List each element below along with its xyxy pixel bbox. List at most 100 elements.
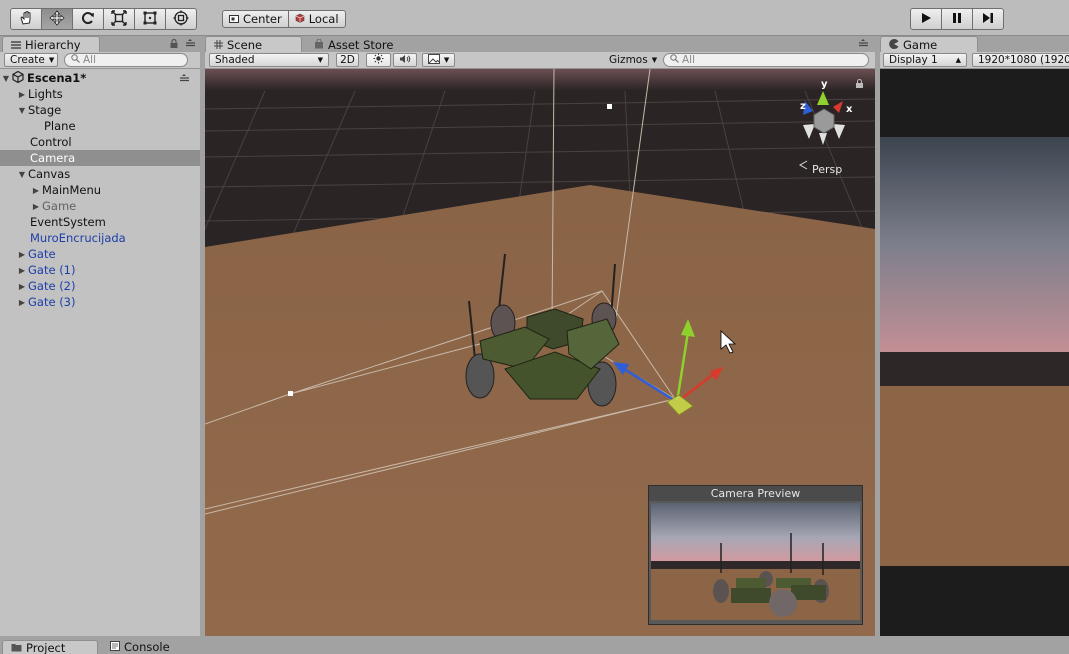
hand-icon xyxy=(18,10,34,29)
tab-scene[interactable]: Scene xyxy=(205,36,302,52)
audio-toggle[interactable] xyxy=(393,53,417,67)
collapsed-arrow-icon[interactable]: ▶ xyxy=(16,266,28,275)
tab-project-label: Project xyxy=(26,640,66,654)
expand-arrow-icon[interactable]: ▼ xyxy=(16,170,28,179)
tab-console[interactable]: Console xyxy=(102,640,192,654)
list-item[interactable]: ▶ Gate (1) xyxy=(0,262,200,278)
mode-2d-label: 2D xyxy=(340,54,355,66)
lock-icon[interactable] xyxy=(170,38,178,51)
transform-tool-button[interactable] xyxy=(165,8,197,30)
dropdown-arrow-icon: ▼ xyxy=(48,56,55,64)
play-button[interactable] xyxy=(910,8,942,30)
camera-preview-title: Camera Preview xyxy=(649,486,862,501)
list-item[interactable]: EventSystem xyxy=(0,214,200,230)
list-item-label: EventSystem xyxy=(30,215,106,229)
create-label: Create xyxy=(10,54,45,66)
mode-2d-toggle[interactable]: 2D xyxy=(336,53,359,67)
rotate-tool-button[interactable] xyxy=(72,8,104,30)
grid-icon xyxy=(214,38,223,52)
frustum-handle[interactable] xyxy=(607,104,612,109)
display-label: Display 1 xyxy=(889,54,938,66)
tab-project[interactable]: Project xyxy=(2,640,98,654)
frustum-handle[interactable] xyxy=(288,391,293,396)
tab-game[interactable]: Game xyxy=(880,36,978,52)
pivot-local-button[interactable]: Local xyxy=(287,10,346,28)
create-dropdown[interactable]: Create ▼ xyxy=(4,53,58,67)
camera-preview-panel: Camera Preview xyxy=(648,485,863,625)
pause-icon xyxy=(951,12,963,27)
collapsed-arrow-icon[interactable]: ▶ xyxy=(30,202,42,211)
collapsed-arrow-icon[interactable]: ▶ xyxy=(16,90,28,99)
unity-logo-icon xyxy=(12,70,24,86)
search-icon xyxy=(670,54,679,66)
expand-arrow-icon[interactable]: ▼ xyxy=(0,74,12,83)
speaker-icon xyxy=(399,54,411,67)
scene-toolbar: Shaded ▼ 2D ▼ Gizmos ▼ All xyxy=(205,52,875,69)
list-item[interactable]: ▶ Game xyxy=(0,198,200,214)
list-item-label: Control xyxy=(30,135,72,149)
list-item[interactable]: ▶ Gate (3) xyxy=(0,294,200,310)
tab-hierarchy[interactable]: Hierarchy xyxy=(2,36,100,52)
dropdown-arrow-icon: ▼ xyxy=(651,56,658,64)
pivot-icon xyxy=(229,12,239,26)
list-item-label: Gate (2) xyxy=(28,279,76,293)
expand-arrow-icon[interactable]: ▼ xyxy=(16,106,28,115)
sun-icon xyxy=(373,53,384,67)
lighting-toggle[interactable] xyxy=(366,53,391,67)
rect-icon xyxy=(142,10,158,29)
pivot-center-button[interactable]: Center xyxy=(222,10,289,28)
resolution-dropdown[interactable]: 1920*1080 (1920 xyxy=(972,53,1069,67)
tab-asset-store[interactable]: Asset Store xyxy=(305,36,405,52)
shading-mode-dropdown[interactable]: Shaded ▼ xyxy=(209,53,329,67)
list-item[interactable]: ▼ Stage xyxy=(0,102,200,118)
game-viewport[interactable] xyxy=(880,69,1069,636)
scene-search-input[interactable]: All xyxy=(663,53,869,67)
transform-tools xyxy=(10,8,197,30)
tab-hierarchy-label: Hierarchy xyxy=(25,38,81,52)
list-item[interactable]: Camera xyxy=(0,150,200,166)
collapsed-arrow-icon[interactable]: ▶ xyxy=(16,298,28,307)
image-icon xyxy=(427,53,440,67)
list-item[interactable]: MuroEncrucijada xyxy=(0,230,200,246)
hierarchy-search-input[interactable]: All xyxy=(64,53,188,67)
step-button[interactable] xyxy=(972,8,1004,30)
list-item[interactable]: ▶ MainMenu xyxy=(0,182,200,198)
display-dropdown[interactable]: Display 1 ▲ xyxy=(883,53,967,67)
scene-menu-icon[interactable] xyxy=(859,39,868,50)
local-cube-icon xyxy=(295,12,305,26)
move-tool-button[interactable] xyxy=(41,8,73,30)
gizmos-dropdown[interactable]: Gizmos ▼ xyxy=(603,53,658,67)
step-icon xyxy=(982,12,994,27)
collapsed-arrow-icon[interactable]: ▶ xyxy=(16,282,28,291)
play-controls xyxy=(910,8,1004,30)
list-item[interactable]: ▼ Canvas xyxy=(0,166,200,182)
list-item-label: Gate (1) xyxy=(28,263,76,277)
pivot-local-label: Local xyxy=(308,12,339,26)
list-item[interactable]: ▶ Lights xyxy=(0,86,200,102)
list-item[interactable]: Plane xyxy=(0,118,200,134)
list-item[interactable]: ▶ Gate xyxy=(0,246,200,262)
effects-dropdown[interactable]: ▼ xyxy=(422,53,455,67)
pause-button[interactable] xyxy=(941,8,973,30)
rotate-icon xyxy=(80,10,96,29)
hierarchy-tree: ▼ Escena1* ▶ Lights ▼ Stage Plane Contro… xyxy=(0,69,200,636)
console-icon xyxy=(110,640,120,654)
dropdown-arrow-icon: ▼ xyxy=(317,56,323,64)
bag-icon xyxy=(314,38,324,52)
hierarchy-menu-icon[interactable] xyxy=(186,39,195,50)
scene-root-row[interactable]: ▼ Escena1* xyxy=(0,70,200,86)
rect-tool-button[interactable] xyxy=(134,8,166,30)
scene-menu-icon[interactable] xyxy=(180,71,189,85)
dropdown-arrow-icon: ▼ xyxy=(443,56,450,64)
camera-preview-render xyxy=(651,503,860,620)
move-icon xyxy=(49,9,65,29)
hand-tool-button[interactable] xyxy=(10,8,42,30)
search-icon xyxy=(71,54,80,66)
scale-tool-button[interactable] xyxy=(103,8,135,30)
list-icon xyxy=(11,38,21,52)
gizmos-label: Gizmos xyxy=(609,54,648,66)
collapsed-arrow-icon[interactable]: ▶ xyxy=(30,186,42,195)
collapsed-arrow-icon[interactable]: ▶ xyxy=(16,250,28,259)
list-item[interactable]: ▶ Gate (2) xyxy=(0,278,200,294)
list-item[interactable]: Control xyxy=(0,134,200,150)
